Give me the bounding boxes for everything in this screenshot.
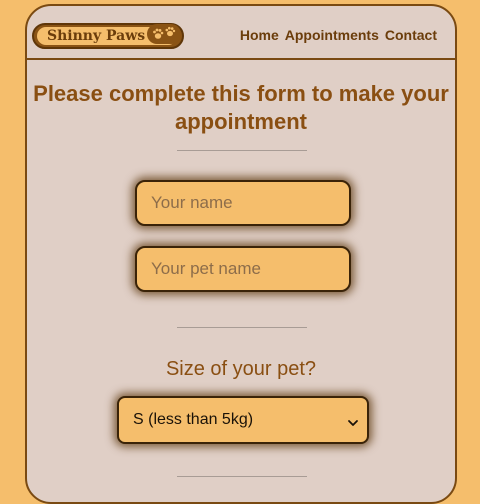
nav-link-appointments[interactable]: Appointments <box>285 27 379 43</box>
divider <box>177 150 307 151</box>
divider <box>177 327 307 328</box>
brand-logo[interactable]: Shinny Paws <box>32 23 184 49</box>
pet-size-label: Size of your pet? <box>165 358 317 380</box>
chevron-down-icon <box>347 415 359 433</box>
pet-size-select[interactable]: S (less than 5kg) <box>117 396 369 444</box>
name-input[interactable] <box>135 180 351 226</box>
brand-name: Shinny Paws <box>47 28 146 44</box>
divider <box>177 476 307 477</box>
pet-size-selected-value: S (less than 5kg) <box>133 411 254 428</box>
pet-name-input[interactable] <box>135 246 351 292</box>
form-heading: Please complete this form to make your a… <box>33 81 449 134</box>
page-panel: Shinny Paws Home Appointments Contact Pl… <box>25 4 457 504</box>
paw-prints-icon <box>147 24 181 44</box>
nav-link-home[interactable]: Home <box>240 27 279 43</box>
nav-link-contact[interactable]: Contact <box>385 27 437 43</box>
nav-menu: Home Appointments Contact <box>240 27 437 43</box>
navbar: Shinny Paws Home Appointments Contact <box>27 6 455 60</box>
